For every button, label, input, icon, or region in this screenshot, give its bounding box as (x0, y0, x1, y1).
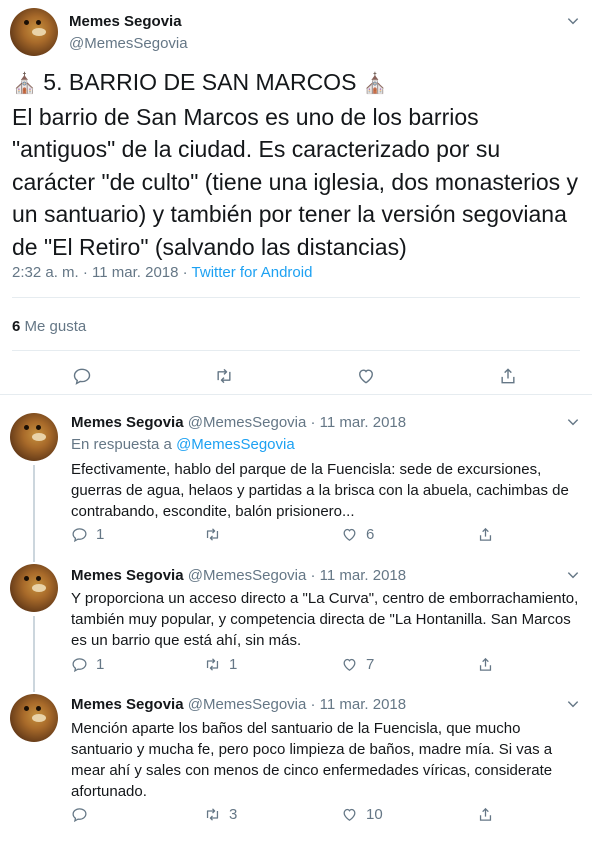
reply-tweet[interactable]: Memes Segovia @MemesSegovia · 11 mar. 20… (0, 550, 592, 686)
author-name[interactable]: Memes Segovia (71, 696, 184, 713)
retweet-button[interactable] (214, 366, 234, 386)
reply-button[interactable] (71, 806, 96, 823)
divider (12, 350, 580, 351)
author-name[interactable]: Memes Segovia (69, 13, 182, 30)
reply-count: 1 (96, 656, 105, 673)
thread-line (33, 616, 35, 686)
avatar[interactable] (10, 413, 58, 461)
tweet-body: El barrio de San Marcos es uno de los ba… (12, 103, 579, 260)
reply-button[interactable] (72, 366, 92, 386)
author-meta[interactable]: @MemesSegovia · 11 mar. 2018 (188, 696, 406, 713)
like-count: 10 (366, 806, 383, 823)
retweet-count: 3 (229, 806, 238, 823)
retweet-icon (206, 658, 219, 671)
church-emoji: ⛪ (362, 73, 388, 95)
likes-count: 6 (12, 318, 21, 335)
share-button[interactable] (477, 526, 494, 543)
like-button[interactable] (356, 366, 376, 386)
reply-button[interactable]: 1 (71, 526, 104, 543)
reply-header: Memes Segovia @MemesSegovia · 11 mar. 20… (71, 567, 406, 584)
share-icon (479, 807, 492, 821)
reply-icon (73, 368, 91, 385)
share-icon (501, 368, 515, 384)
chevron-down-icon[interactable] (566, 14, 580, 28)
thread-line (33, 686, 35, 692)
tweet-source-link[interactable]: Twitter for Android (192, 264, 313, 281)
share-button[interactable] (477, 656, 494, 673)
reply-button[interactable]: 1 (71, 656, 104, 673)
heart-icon (343, 658, 356, 671)
tweet-actions (0, 366, 592, 390)
share-button[interactable] (477, 806, 494, 823)
share-button[interactable] (498, 366, 518, 386)
reply-header: Memes Segovia @MemesSegovia · 11 mar. 20… (71, 414, 406, 431)
reply-header: Memes Segovia @MemesSegovia · 11 mar. 20… (71, 696, 406, 713)
author-handle[interactable]: @MemesSegovia (69, 35, 188, 52)
retweet-button[interactable]: 3 (204, 806, 237, 823)
in-reply-to: En respuesta a @MemesSegovia (71, 436, 295, 453)
avatar[interactable] (10, 8, 58, 56)
tweet-meta: 2:32 a. m. · 11 mar. 2018 · Twitter for … (12, 264, 312, 281)
in-reply-handle[interactable]: @MemesSegovia (176, 436, 295, 453)
reply-icon (72, 808, 87, 823)
church-emoji: ⛪ (12, 73, 37, 95)
tweet-text: ⛪ 5. BARRIO DE SAN MARCOS ⛪ El barrio de… (12, 66, 584, 263)
author-name[interactable]: Memes Segovia (71, 567, 184, 584)
like-count: 7 (366, 656, 375, 673)
author-meta[interactable]: @MemesSegovia · 11 mar. 2018 (188, 414, 406, 431)
likes-label: Me gusta (24, 318, 87, 335)
reply-count: 1 (96, 526, 105, 543)
reply-icon (72, 528, 87, 543)
retweet-count: 1 (229, 656, 238, 673)
reply-tweet[interactable]: Memes Segovia @MemesSegovia · 11 mar. 20… (0, 686, 592, 848)
reply-text: Y proporciona un acceso directo a "La Cu… (71, 590, 579, 649)
thread-line (33, 465, 35, 550)
share-icon (479, 527, 492, 541)
reply-text: Mención aparte los baños del santuario d… (71, 720, 553, 800)
avatar[interactable] (10, 694, 58, 742)
chevron-down-icon[interactable] (566, 415, 580, 429)
reply-text: Efectivamente, hablo del parque de la Fu… (71, 461, 569, 520)
author-meta[interactable]: @MemesSegovia · 11 mar. 2018 (188, 567, 406, 584)
retweet-button[interactable] (204, 526, 229, 543)
like-button[interactable]: 10 (341, 806, 383, 823)
reply-tweet[interactable]: Memes Segovia @MemesSegovia · 11 mar. 20… (0, 395, 592, 550)
main-tweet: Memes Segovia @MemesSegovia ⛪ 5. BARRIO … (0, 0, 592, 395)
chevron-down-icon[interactable] (566, 697, 580, 711)
reply-icon (72, 658, 87, 673)
retweet-button[interactable]: 1 (204, 656, 237, 673)
avatar[interactable] (10, 564, 58, 612)
tweet-timestamp[interactable]: 2:32 a. m. · 11 mar. 2018 · (12, 264, 192, 281)
divider (12, 297, 580, 298)
share-icon (479, 657, 492, 671)
like-button[interactable]: 7 (341, 656, 374, 673)
thread-line (33, 550, 35, 562)
author-name[interactable]: Memes Segovia (71, 414, 184, 431)
chevron-down-icon[interactable] (566, 568, 580, 582)
like-count: 6 (366, 526, 375, 543)
retweet-icon (206, 528, 219, 541)
retweet-icon (206, 808, 219, 821)
heart-icon (343, 808, 356, 821)
heart-icon (343, 528, 356, 541)
retweet-icon (217, 368, 231, 384)
tweet-title: 5. BARRIO DE SAN MARCOS (43, 69, 357, 95)
like-button[interactable]: 6 (341, 526, 374, 543)
likes-summary[interactable]: 6 Me gusta (12, 318, 86, 335)
heart-icon (359, 369, 373, 384)
